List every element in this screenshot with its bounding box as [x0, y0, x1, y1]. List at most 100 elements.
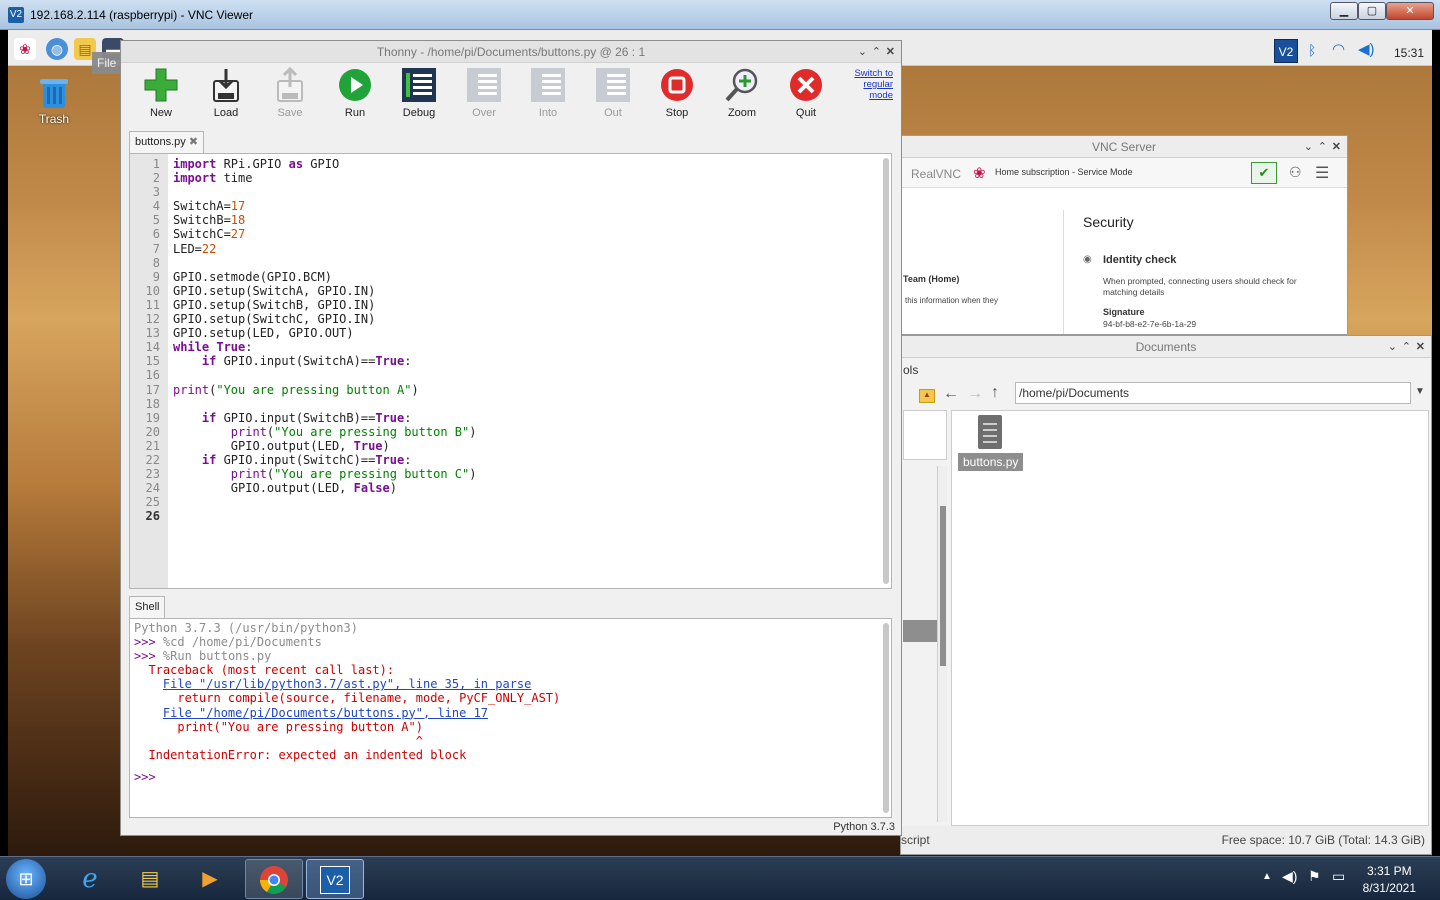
signature-value: 94-bf-b8-e2-7e-6b-1a-29: [1103, 319, 1197, 329]
wifi-icon[interactable]: ◠: [1332, 40, 1345, 58]
minimize-button[interactable]: ▁: [1330, 2, 1358, 20]
media-player-icon[interactable]: ▶: [182, 859, 238, 899]
path-dropdown-icon[interactable]: ▼: [1415, 386, 1425, 397]
maximize-button[interactable]: ⌃: [872, 45, 881, 58]
home-folder-icon[interactable]: ▲: [919, 389, 935, 403]
raspberry-icon: ❀: [973, 165, 986, 182]
security-heading: Security: [1083, 214, 1134, 230]
code-editor[interactable]: 1 2 3 4 5 6 7 8 9 10 11 12 13 14 15 16 17 18 19 20 21 22 23 24 2…: [129, 153, 892, 589]
remote-desktop: ❀ ◍ ▤ ▬ File Manager V2 ᛒ ◠ ◀) 15:31 Tra…: [8, 30, 1432, 856]
speaker-icon[interactable]: ◀): [1282, 868, 1297, 885]
status-check-icon[interactable]: ✔: [1251, 162, 1277, 184]
vnc-server-window: VNC Server ⌄ ⌃ ✕ RealVNC ❀ Home subscrip…: [900, 135, 1348, 335]
clock-time: 3:31 PM: [1366, 864, 1412, 878]
thonny-window: Thonny - /home/pi/Documents/buttons.py @…: [120, 40, 902, 836]
code-text[interactable]: import RPi.GPIO as GPIO import time Swit…: [173, 157, 476, 523]
minimize-button[interactable]: ⌄: [1304, 140, 1313, 153]
vnc-viewer-titlebar: V2 192.168.2.114 (raspberrypi) - VNC Vie…: [0, 0, 1440, 30]
editor-scrollbar[interactable]: [883, 158, 889, 584]
shell-scrollbar[interactable]: [883, 623, 889, 813]
close-button[interactable]: ✕: [1416, 340, 1425, 353]
new-label: New: [149, 107, 172, 119]
debug-button[interactable]: Debug: [391, 67, 447, 119]
debug-label: Debug: [402, 107, 436, 119]
new-button[interactable]: New: [133, 67, 189, 119]
panel-clock: 15:31: [1394, 46, 1425, 60]
back-icon[interactable]: ←: [943, 385, 959, 403]
file-name-label[interactable]: buttons.py: [958, 453, 1024, 471]
save-button[interactable]: Save: [262, 66, 318, 119]
load-label: Load: [213, 107, 239, 119]
trash-label: Trash: [38, 112, 70, 126]
close-tab-icon[interactable]: ✖: [189, 136, 198, 148]
quit-button[interactable]: Quit: [778, 67, 834, 119]
editor-tab-label: buttons.py: [135, 136, 186, 148]
file-manager-window: Documents ⌄ ⌃ ✕ ols ▲ ← → ↑ ▼ buttons.py…: [900, 335, 1432, 855]
interpreter-status[interactable]: Python 3.7.3: [833, 821, 895, 833]
zoom-button[interactable]: Zoom: [714, 67, 770, 119]
out-label: Out: [604, 107, 622, 119]
step-over-button[interactable]: Over: [456, 67, 512, 119]
network-icon[interactable]: ▭: [1332, 868, 1345, 885]
step-out-icon: [595, 67, 631, 103]
bluetooth-icon[interactable]: ᛒ: [1308, 42, 1316, 58]
explorer-folder-icon[interactable]: ▤: [122, 859, 178, 899]
chrome-icon[interactable]: [245, 859, 303, 899]
run-icon: [337, 67, 373, 103]
eye-icon: ◉: [1083, 254, 1092, 265]
vnc-viewer-icon: V2: [8, 7, 24, 23]
minimize-button[interactable]: ⌄: [858, 45, 867, 58]
vnc-server-tray-icon[interactable]: V2: [1274, 39, 1298, 63]
over-label: Over: [472, 107, 496, 119]
load-button[interactable]: Load: [198, 67, 254, 119]
users-icon[interactable]: ⚇: [1289, 164, 1302, 181]
subscription-label: Home subscription - Service Mode: [995, 167, 1133, 177]
start-button[interactable]: ⊞: [6, 859, 46, 899]
line-number-gutter: 1 2 3 4 5 6 7 8 9 10 11 12 13 14 15 16 17 18 19 20 21 22 23 24 2…: [130, 154, 168, 588]
action-center-flag-icon[interactable]: ⚑: [1308, 868, 1321, 885]
step-out-button[interactable]: Out: [585, 67, 641, 119]
maximize-button[interactable]: ⌃: [1318, 140, 1327, 153]
shell-console[interactable]: Python 3.7.3 (/usr/bin/python3) >>> %cd …: [129, 618, 892, 818]
free-space-label: Free space: 10.7 GiB (Total: 14.3 GiB): [1221, 833, 1425, 847]
close-button[interactable]: ✕: [1332, 140, 1341, 153]
run-label: Run: [344, 107, 366, 119]
vnc-server-titlebar: VNC Server: [901, 136, 1347, 158]
system-clock[interactable]: 3:31 PM 8/31/2021: [1363, 863, 1416, 897]
vnc-viewer-taskbar-icon[interactable]: V2: [306, 859, 364, 899]
close-button[interactable]: ✕: [886, 45, 895, 58]
sidebar-scrollbar[interactable]: [937, 466, 947, 822]
step-into-button[interactable]: Into: [520, 67, 576, 119]
internet-explorer-icon[interactable]: e: [62, 859, 118, 899]
step-over-icon: [466, 67, 502, 103]
stop-icon: [659, 67, 695, 103]
sidebar-selected-item[interactable]: [903, 620, 937, 642]
maximize-button[interactable]: ▢: [1358, 2, 1386, 20]
team-label: Team (Home): [903, 274, 960, 284]
run-button[interactable]: Run: [327, 67, 383, 119]
maximize-button[interactable]: ⌃: [1402, 340, 1411, 353]
trash-icon[interactable]: [36, 74, 72, 110]
python-file-icon[interactable]: [978, 415, 1002, 449]
team-note: this information when they: [905, 296, 998, 305]
stop-button[interactable]: Stop: [649, 67, 705, 119]
up-icon[interactable]: ↑: [991, 384, 999, 402]
load-icon: [208, 67, 244, 103]
minimize-button[interactable]: ⌄: [1388, 340, 1397, 353]
web-browser-icon[interactable]: ◍: [46, 38, 68, 60]
shell-tab[interactable]: Shell: [129, 596, 166, 618]
switch-mode-link[interactable]: Switch to regular mode: [845, 68, 893, 101]
sidebar-partial-label: ols: [903, 363, 919, 377]
menu-icon[interactable]: ☰: [1315, 163, 1329, 183]
volume-icon[interactable]: ◀): [1358, 40, 1375, 58]
step-into-icon: [530, 67, 566, 103]
raspberry-menu-icon[interactable]: ❀: [14, 38, 36, 60]
file-manager-titlebar: Documents: [901, 336, 1431, 358]
path-input[interactable]: [1015, 382, 1411, 404]
forward-icon[interactable]: →: [967, 385, 983, 403]
close-button[interactable]: ✕: [1386, 2, 1434, 20]
editor-tab[interactable]: buttons.py ✖: [129, 131, 205, 153]
sidebar-pane: [903, 410, 947, 460]
save-label: Save: [277, 107, 303, 119]
show-hidden-icons-icon[interactable]: ▲: [1262, 871, 1272, 882]
